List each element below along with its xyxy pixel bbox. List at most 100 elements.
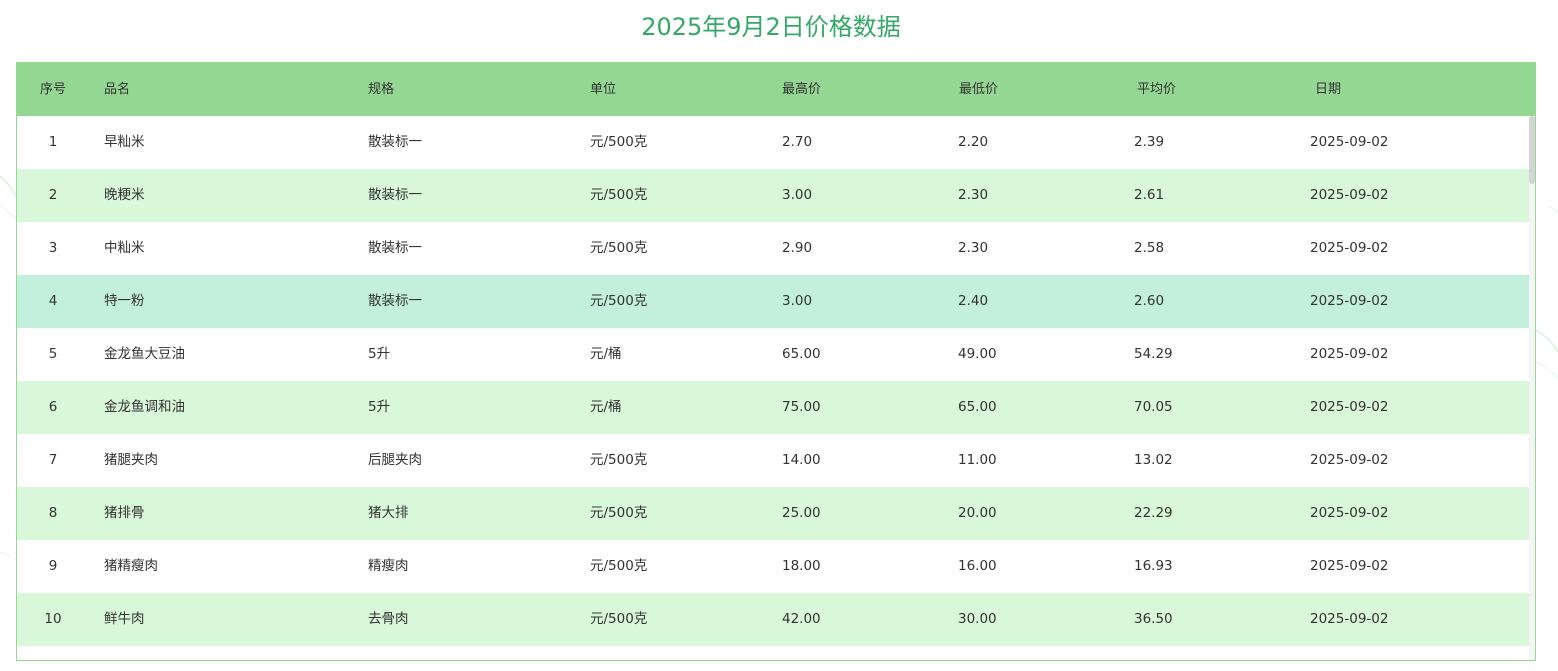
cell-unit: 元/500克 — [590, 452, 648, 468]
table-row[interactable]: 2 晚粳米 散装标一 元/500克 3.00 2.30 2.61 2025-09… — [17, 169, 1529, 222]
cell-unit: 元/500克 — [590, 240, 648, 256]
cell-min-price: 2.30 — [958, 240, 989, 256]
cell-unit: 元/桶 — [590, 399, 622, 415]
cell-date: 2025-09-02 — [1310, 293, 1389, 309]
table-header: 序号 品名 规格 单位 最高价 最低价 平均价 日期 — [17, 63, 1535, 116]
cell-avg-price: 2.60 — [1134, 293, 1165, 309]
cell-max-price: 65.00 — [782, 346, 821, 362]
header-min-price[interactable]: 最低价 — [959, 63, 998, 116]
cell-min-price: 30.00 — [958, 611, 997, 627]
cell-spec: 后腿夹肉 — [368, 452, 422, 468]
table-row[interactable]: 3 中籼米 散装标一 元/500克 2.90 2.30 2.58 2025-09… — [17, 222, 1529, 275]
cell-avg-price: 2.58 — [1134, 240, 1165, 256]
cell-avg-price: 16.93 — [1134, 558, 1173, 574]
cell-min-price: 65.00 — [958, 399, 997, 415]
cell-max-price: 42.00 — [782, 611, 821, 627]
cell-max-price: 14.00 — [782, 452, 821, 468]
price-data-page: 2025年9月2日价格数据 序号 品名 规格 单位 最高价 最低价 平均价 日期… — [0, 0, 1558, 671]
header-avg-price[interactable]: 平均价 — [1137, 63, 1176, 116]
cell-product-name: 特一粉 — [104, 293, 145, 309]
table-row[interactable]: 10 鲜牛肉 去骨肉 元/500克 42.00 30.00 36.50 2025… — [17, 593, 1529, 646]
cell-index: 6 — [48, 399, 58, 415]
cell-spec: 散装标一 — [368, 240, 422, 256]
scrollbar-thumb[interactable] — [1529, 116, 1535, 184]
cell-index: 3 — [48, 240, 58, 256]
page-title: 2025年9月2日价格数据 — [641, 13, 901, 41]
cell-max-price: 18.00 — [782, 558, 821, 574]
cell-min-price: 11.00 — [958, 452, 997, 468]
header-unit[interactable]: 单位 — [590, 63, 616, 116]
cell-index: 7 — [48, 452, 58, 468]
cell-spec: 去骨肉 — [368, 611, 409, 627]
cell-min-price: 20.00 — [958, 505, 997, 521]
cell-index: 5 — [48, 346, 58, 362]
header-index[interactable]: 序号 — [17, 63, 89, 116]
header-product-name[interactable]: 品名 — [104, 63, 130, 116]
cell-spec: 散装标一 — [368, 134, 422, 150]
table-row[interactable]: 5 金龙鱼大豆油 5升 元/桶 65.00 49.00 54.29 2025-0… — [17, 328, 1529, 381]
cell-product-name: 晚粳米 — [104, 187, 145, 203]
table-row[interactable]: 9 猪精瘦肉 精瘦肉 元/500克 18.00 16.00 16.93 2025… — [17, 540, 1529, 593]
cell-min-price: 16.00 — [958, 558, 997, 574]
cell-date: 2025-09-02 — [1310, 240, 1389, 256]
cell-date: 2025-09-02 — [1310, 505, 1389, 521]
cell-date: 2025-09-02 — [1310, 346, 1389, 362]
cell-max-price: 3.00 — [782, 187, 813, 203]
cell-max-price: 2.70 — [782, 134, 813, 150]
cell-unit: 元/500克 — [590, 505, 648, 521]
cell-max-price: 3.00 — [782, 293, 813, 309]
cell-spec: 猪大排 — [368, 505, 409, 521]
cell-avg-price: 2.39 — [1134, 134, 1165, 150]
cell-index: 2 — [48, 187, 58, 203]
cell-spec: 散装标一 — [368, 293, 422, 309]
cell-product-name: 中籼米 — [104, 240, 145, 256]
cell-date: 2025-09-02 — [1310, 134, 1389, 150]
cell-product-name: 猪精瘦肉 — [104, 558, 158, 574]
cell-date: 2025-09-02 — [1310, 452, 1389, 468]
cell-index: 9 — [48, 558, 58, 574]
cell-unit: 元/500克 — [590, 134, 648, 150]
cell-index: 1 — [48, 134, 58, 150]
cell-unit: 元/500克 — [590, 558, 648, 574]
table-body[interactable]: 1 早籼米 散装标一 元/500克 2.70 2.20 2.39 2025-09… — [17, 116, 1529, 660]
cell-max-price: 25.00 — [782, 505, 821, 521]
cell-unit: 元/500克 — [590, 293, 648, 309]
cell-spec: 散装标一 — [368, 187, 422, 203]
cell-avg-price: 22.29 — [1134, 505, 1173, 521]
cell-avg-price: 13.02 — [1134, 452, 1173, 468]
cell-max-price: 2.90 — [782, 240, 813, 256]
cell-min-price: 2.40 — [958, 293, 989, 309]
cell-product-name: 猪排骨 — [104, 505, 145, 521]
cell-index: 8 — [48, 505, 58, 521]
cell-avg-price: 36.50 — [1134, 611, 1173, 627]
cell-avg-price: 70.05 — [1134, 399, 1173, 415]
cell-avg-price: 54.29 — [1134, 346, 1173, 362]
cell-spec: 精瘦肉 — [368, 558, 409, 574]
table-row[interactable]: 1 早籼米 散装标一 元/500克 2.70 2.20 2.39 2025-09… — [17, 116, 1529, 169]
header-date[interactable]: 日期 — [1315, 63, 1341, 116]
cell-avg-price: 2.61 — [1134, 187, 1165, 203]
cell-max-price: 75.00 — [782, 399, 821, 415]
cell-date: 2025-09-02 — [1310, 558, 1389, 574]
cell-min-price: 49.00 — [958, 346, 997, 362]
cell-date: 2025-09-02 — [1310, 399, 1389, 415]
cell-unit: 元/桶 — [590, 346, 622, 362]
cell-date: 2025-09-02 — [1310, 611, 1389, 627]
table-scrollbar[interactable] — [1529, 116, 1535, 660]
table-row[interactable]: 7 猪腿夹肉 后腿夹肉 元/500克 14.00 11.00 13.02 202… — [17, 434, 1529, 487]
cell-product-name: 金龙鱼大豆油 — [104, 346, 185, 362]
cell-unit: 元/500克 — [590, 187, 648, 203]
price-table: 序号 品名 规格 单位 最高价 最低价 平均价 日期 1 早籼米 散装标一 元/… — [16, 62, 1536, 661]
cell-product-name: 猪腿夹肉 — [104, 452, 158, 468]
cell-product-name: 鲜牛肉 — [104, 611, 145, 627]
cell-product-name: 金龙鱼调和油 — [104, 399, 185, 415]
table-row[interactable]: 6 金龙鱼调和油 5升 元/桶 75.00 65.00 70.05 2025-0… — [17, 381, 1529, 434]
cell-unit: 元/500克 — [590, 611, 648, 627]
table-row[interactable]: 8 猪排骨 猪大排 元/500克 25.00 20.00 22.29 2025-… — [17, 487, 1529, 540]
cell-spec: 5升 — [368, 399, 391, 415]
cell-index: 4 — [48, 293, 58, 309]
header-max-price[interactable]: 最高价 — [782, 63, 821, 116]
table-row-hovered[interactable]: 4 特一粉 散装标一 元/500克 3.00 2.40 2.60 2025-09… — [17, 275, 1529, 328]
cell-min-price: 2.20 — [958, 134, 989, 150]
header-spec[interactable]: 规格 — [368, 63, 394, 116]
